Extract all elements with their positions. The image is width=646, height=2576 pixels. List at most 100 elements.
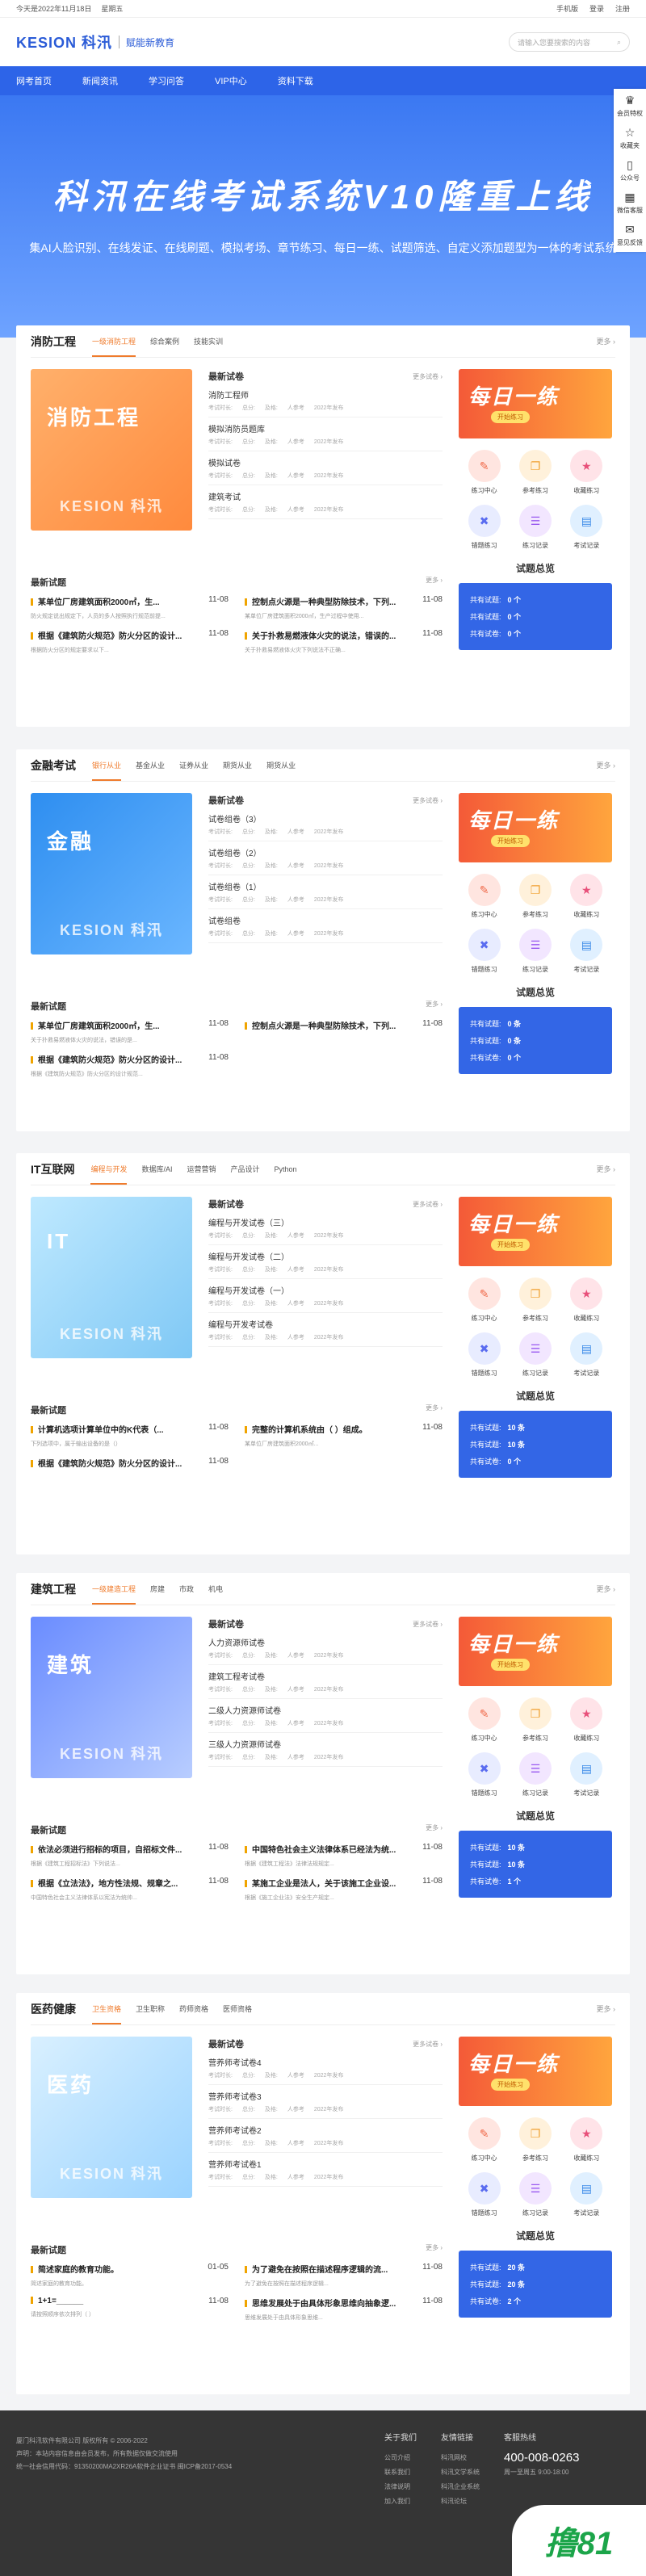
exam-item[interactable]: 根据《建筑防火规范》防火分区的设计... 11-08 根据《建筑防火规范》防火分区的… bbox=[31, 1053, 229, 1080]
more-exams-link[interactable]: 更多 › bbox=[426, 576, 443, 589]
paper-item[interactable]: 试卷组卷（3） 考试时长: 总分: 及格: 人参考 2022年发布 bbox=[208, 808, 443, 841]
category-tab[interactable]: 运营营销 bbox=[187, 1164, 216, 1174]
practice-entry[interactable]: ❐ 参考练习 bbox=[510, 2117, 560, 2163]
footer-link[interactable]: 科汛企业系统 bbox=[441, 2480, 480, 2494]
category-tab[interactable]: 综合案例 bbox=[150, 336, 179, 346]
exam-item[interactable]: 计算机选项计算单位中的K代表（... 11-08 下列选项中，属于输出设备的是（） bbox=[31, 1423, 229, 1450]
practice-entry[interactable]: ✖ 错题练习 bbox=[459, 929, 510, 974]
footer-link[interactable]: 公司介绍 bbox=[384, 2451, 417, 2465]
footer-link[interactable]: 法律说明 bbox=[384, 2480, 417, 2494]
exam-name[interactable]: 关于扑救易燃液体火灾的说法，错误的... bbox=[245, 629, 396, 641]
exam-item[interactable]: 关于扑救易燃液体火灾的说法，错误的... 11-08 关于扑救易燃液体火灾下列说法不… bbox=[245, 629, 443, 657]
paper-item[interactable]: 试卷组卷（2） 考试时长: 总分: 及格: 人参考 2022年发布 bbox=[208, 841, 443, 875]
more-link[interactable]: 更多 › bbox=[597, 336, 616, 346]
nav-download[interactable]: 资料下载 bbox=[278, 74, 313, 87]
nav-news[interactable]: 新闻资讯 bbox=[82, 74, 118, 87]
exam-item[interactable]: 1+1=______ 11-08 请按照顺序依次排列（ ） bbox=[31, 2297, 229, 2324]
practice-entry[interactable]: ✎ 练习中心 bbox=[459, 874, 510, 919]
practice-entry[interactable]: ☰ 练习记录 bbox=[510, 1752, 560, 1798]
practice-entry[interactable]: ☰ 练习记录 bbox=[510, 505, 560, 550]
sidebar-item[interactable]: ▦ 微信客服 bbox=[617, 191, 643, 215]
category-tab[interactable]: 医师资格 bbox=[223, 2003, 252, 2014]
paper-name[interactable]: 编程与开发试卷（一） bbox=[208, 1284, 443, 1296]
practice-entry[interactable]: ★ 收藏练习 bbox=[561, 450, 612, 495]
exam-name[interactable]: 完整的计算机系统由（ ）组成。 bbox=[245, 1423, 367, 1435]
exam-item[interactable]: 某施工企业是法人，关于该施工企业设... 11-08 根据《施工企业法》安全生产规定… bbox=[245, 1877, 443, 1904]
paper-item[interactable]: 二级人力资源师试卷 考试时长: 总分: 及格: 人参考 2022年发布 bbox=[208, 1699, 443, 1733]
sidebar-item[interactable]: ▯ 公众号 bbox=[620, 158, 640, 183]
logo[interactable]: KESION 科汛 赋能新教育 bbox=[16, 31, 174, 52]
section-image[interactable]: 医药 KESION 科汛 bbox=[31, 2037, 192, 2198]
exam-item[interactable]: 控制点火源是一种典型防除技术，下列... 11-08 某单位厂房建筑面积2000㎡，… bbox=[245, 595, 443, 623]
practice-entry[interactable]: ✎ 练习中心 bbox=[459, 2117, 510, 2163]
paper-name[interactable]: 建筑工程考试卷 bbox=[208, 1670, 443, 1682]
paper-name[interactable]: 营养师考试卷4 bbox=[208, 2056, 443, 2068]
paper-item[interactable]: 编程与开发试卷（一） 考试时长: 总分: 及格: 人参考 2022年发布 bbox=[208, 1279, 443, 1313]
category-tab[interactable]: 编程与开发 bbox=[90, 1164, 128, 1185]
exam-item[interactable]: 根据《立法法》，地方性法规、规章之... 11-08 中国特色社会主义法律体系以宪法… bbox=[31, 1877, 229, 1904]
paper-name[interactable]: 营养师考试卷1 bbox=[208, 2158, 443, 2170]
category-tab[interactable]: 药师资格 bbox=[179, 2003, 208, 2014]
exam-name[interactable]: 根据《建筑防火规范》防火分区的设计... bbox=[31, 629, 182, 641]
category-tab[interactable]: 证券从业 bbox=[179, 760, 208, 770]
section-image[interactable]: 金融 KESION 科汛 bbox=[31, 793, 192, 954]
practice-entry[interactable]: ☰ 练习记录 bbox=[510, 929, 560, 974]
paper-name[interactable]: 编程与开发试卷（二） bbox=[208, 1250, 443, 1262]
exam-name[interactable]: 某单位厂房建筑面积2000㎡，生... bbox=[31, 1019, 160, 1031]
hero-banner[interactable]: 科汛在线考试系统V10隆重上线 集AI人脸识别、在线发证、在线刷题、模拟考场、章… bbox=[0, 95, 646, 338]
category-tab[interactable]: 房建 bbox=[150, 1584, 165, 1594]
paper-name[interactable]: 编程与开发试卷（三） bbox=[208, 1216, 443, 1228]
practice-entry[interactable]: ▤ 考试记录 bbox=[561, 1752, 612, 1798]
practice-entry[interactable]: ❐ 参考练习 bbox=[510, 1278, 560, 1323]
more-papers-link[interactable]: 更多试卷 › bbox=[413, 796, 443, 805]
exam-name[interactable]: 根据《立法法》，地方性法规、规章之... bbox=[31, 1877, 178, 1889]
paper-name[interactable]: 消防工程师 bbox=[208, 388, 443, 401]
paper-item[interactable]: 营养师考试卷4 考试时长: 总分: 及格: 人参考 2022年发布 bbox=[208, 2051, 443, 2085]
daily-practice-banner[interactable]: 每日一练 开始练习 bbox=[459, 369, 612, 438]
daily-practice-banner[interactable]: 每日一练 开始练习 bbox=[459, 2037, 612, 2106]
footer-link[interactable]: 加入我们 bbox=[384, 2494, 417, 2509]
paper-item[interactable]: 编程与开发考试卷 考试时长: 总分: 及格: 人参考 2022年发布 bbox=[208, 1313, 443, 1347]
nav-vip[interactable]: VIP中心 bbox=[215, 74, 247, 87]
practice-entry[interactable]: ✎ 练习中心 bbox=[459, 1697, 510, 1743]
practice-entry[interactable]: ✖ 错题练习 bbox=[459, 1752, 510, 1798]
more-papers-link[interactable]: 更多试卷 › bbox=[413, 1620, 443, 1629]
paper-name[interactable]: 试卷组卷（1） bbox=[208, 880, 443, 892]
paper-name[interactable]: 试卷组卷（2） bbox=[208, 846, 443, 858]
start-practice-button[interactable]: 开始练习 bbox=[491, 411, 530, 423]
more-exams-link[interactable]: 更多 › bbox=[426, 1403, 443, 1416]
exam-item[interactable]: 某单位厂房建筑面积2000㎡，生... 11-08 防火规定说出规定下，人员的多人按… bbox=[31, 595, 229, 623]
practice-entry[interactable]: ★ 收藏练习 bbox=[561, 1278, 612, 1323]
exam-name[interactable]: 依法必须进行招标的项目，自招标文件... bbox=[31, 1843, 182, 1855]
paper-item[interactable]: 试卷组卷 考试时长: 总分: 及格: 人参考 2022年发布 bbox=[208, 909, 443, 943]
footer-link[interactable]: 周一至周五 9:00-18:00 bbox=[504, 2465, 579, 2480]
section-image[interactable]: IT KESION 科汛 bbox=[31, 1197, 192, 1358]
practice-entry[interactable]: ★ 收藏练习 bbox=[561, 874, 612, 919]
section-image[interactable]: 建筑 KESION 科汛 bbox=[31, 1617, 192, 1778]
footer-link[interactable]: 科汛论坛 bbox=[441, 2494, 480, 2509]
paper-item[interactable]: 建筑工程考试卷 考试时长: 总分: 及格: 人参考 2022年发布 bbox=[208, 1665, 443, 1699]
start-practice-button[interactable]: 开始练习 bbox=[491, 835, 530, 847]
sidebar-item[interactable]: ☆ 收藏夹 bbox=[620, 126, 640, 150]
start-practice-button[interactable]: 开始练习 bbox=[491, 1239, 530, 1251]
paper-name[interactable]: 营养师考试卷2 bbox=[208, 2124, 443, 2136]
category-tab[interactable]: 卫生资格 bbox=[92, 2003, 122, 2024]
paper-name[interactable]: 三级人力资源师试卷 bbox=[208, 1738, 443, 1750]
paper-item[interactable]: 消防工程师 考试时长: 总分: 及格: 人参考 2022年发布 bbox=[208, 384, 443, 417]
more-link[interactable]: 更多 › bbox=[597, 760, 616, 770]
paper-name[interactable]: 建筑考试 bbox=[208, 490, 443, 502]
practice-entry[interactable]: ❐ 参考练习 bbox=[510, 1697, 560, 1743]
more-link[interactable]: 更多 › bbox=[597, 2003, 616, 2014]
exam-item[interactable]: 某单位厂房建筑面积2000㎡，生... 11-08 关于扑救易燃液体火灾的说法，错误… bbox=[31, 1019, 229, 1047]
paper-item[interactable]: 编程与开发试卷（三） 考试时长: 总分: 及格: 人参考 2022年发布 bbox=[208, 1211, 443, 1245]
practice-entry[interactable]: ☰ 练习记录 bbox=[510, 1332, 560, 1378]
category-tab[interactable]: 期货从业 bbox=[266, 760, 296, 770]
exam-name[interactable]: 根据《建筑防火规范》防火分区的设计... bbox=[31, 1053, 182, 1065]
category-tab[interactable]: 数据库/AI bbox=[141, 1164, 172, 1174]
practice-entry[interactable]: ✖ 错题练习 bbox=[459, 1332, 510, 1378]
category-tab[interactable]: 机电 bbox=[208, 1584, 223, 1594]
category-tab[interactable]: 一级建造工程 bbox=[92, 1584, 136, 1605]
practice-entry[interactable]: ✎ 练习中心 bbox=[459, 450, 510, 495]
paper-item[interactable]: 营养师考试卷1 考试时长: 总分: 及格: 人参考 2022年发布 bbox=[208, 2153, 443, 2187]
practice-entry[interactable]: ▤ 考试记录 bbox=[561, 2172, 612, 2217]
